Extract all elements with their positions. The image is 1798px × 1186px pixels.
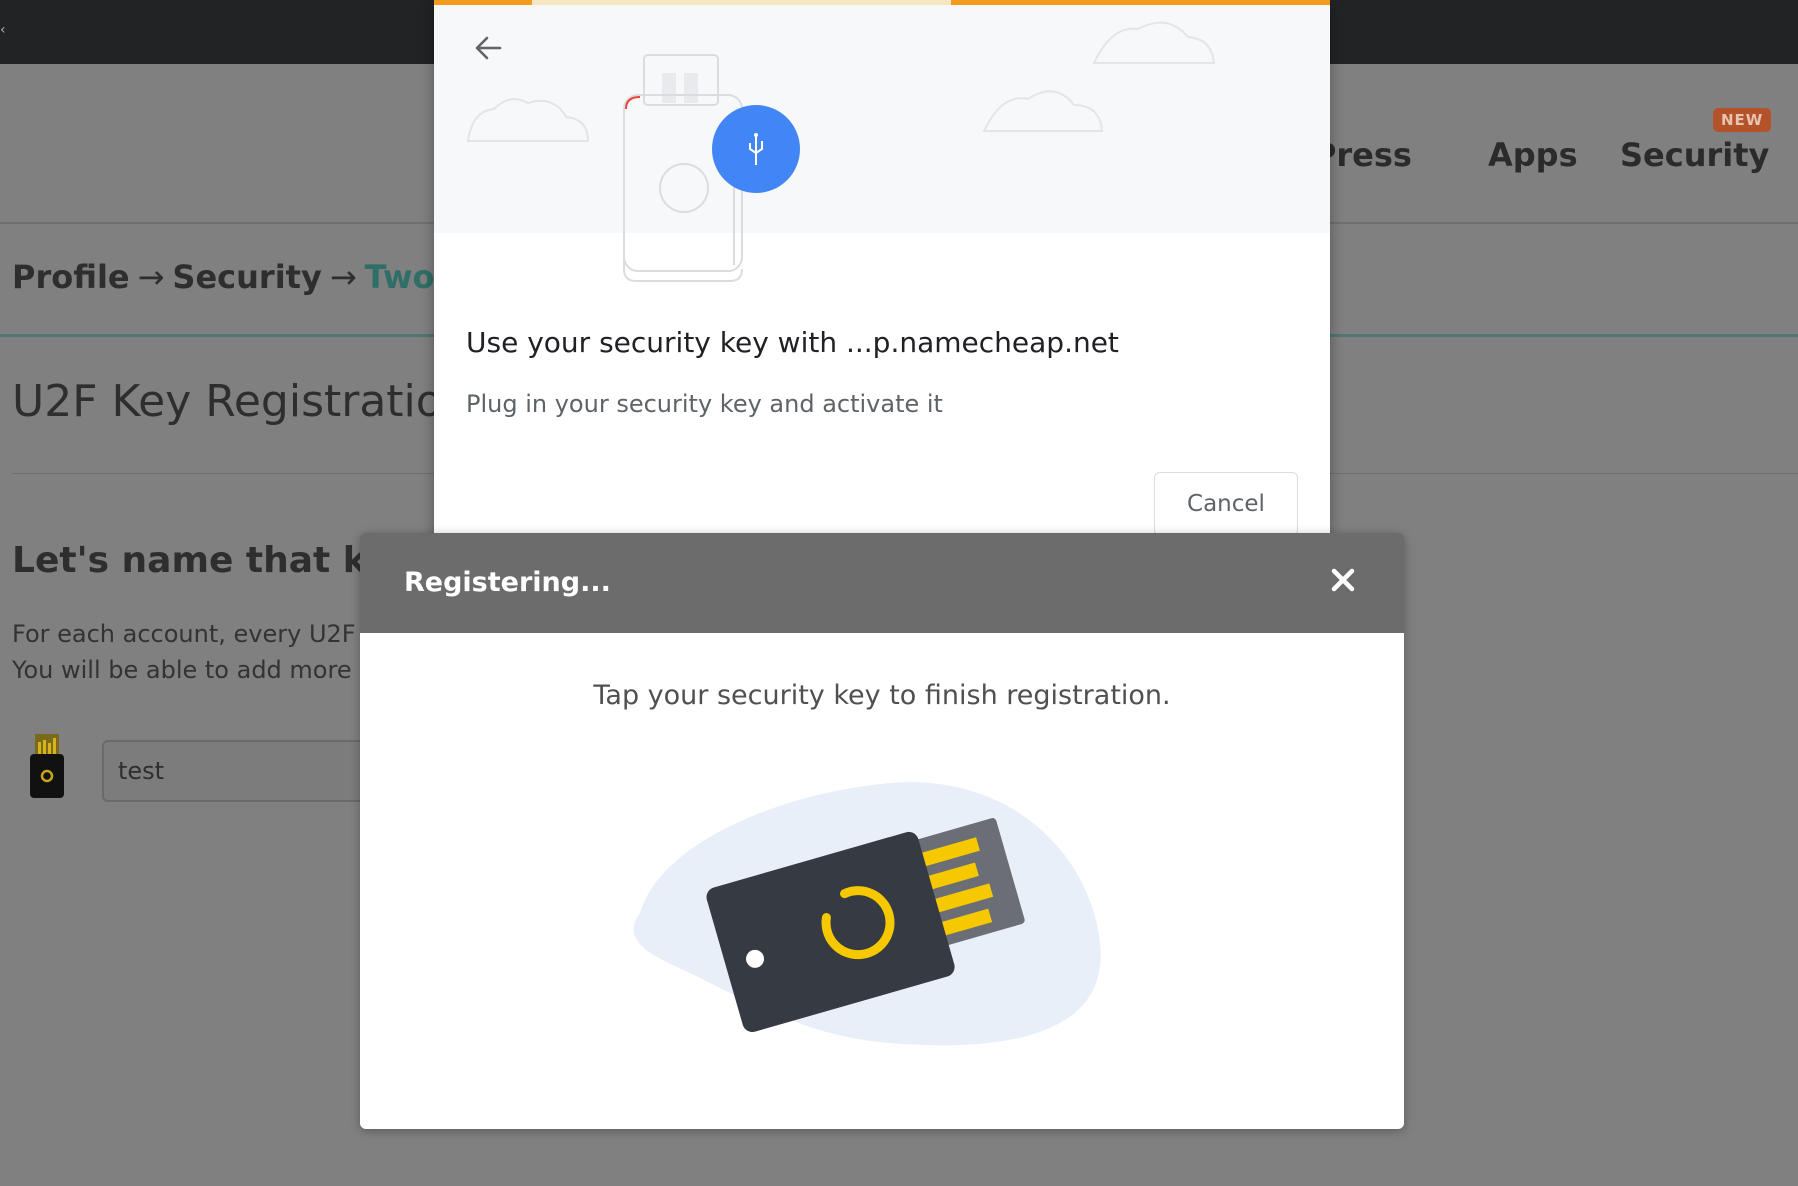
nav-item-security[interactable]: Security bbox=[1620, 136, 1769, 174]
modal-body: Tap your security key to finish registra… bbox=[360, 633, 1404, 1129]
modal-message: Tap your security key to finish registra… bbox=[593, 680, 1171, 711]
security-key-icon bbox=[30, 734, 64, 798]
back-arrow-icon[interactable] bbox=[470, 30, 506, 66]
nav-item-apps[interactable]: Apps bbox=[1488, 136, 1578, 174]
description-line-2: You will be able to add more k bbox=[12, 656, 374, 684]
cloud-icon bbox=[466, 21, 1216, 142]
security-key-tap-illustration bbox=[633, 782, 1101, 1046]
usb-key-illustration bbox=[466, 21, 1216, 282]
modal-header: Registering... bbox=[360, 533, 1404, 633]
webauthn-dialog: Use your security key with ...p.namechea… bbox=[434, 0, 1330, 567]
registering-modal: Registering... Tap your security key to … bbox=[360, 533, 1404, 1129]
page-title: U2F Key Registration bbox=[12, 376, 471, 427]
description-line-1: For each account, every U2F K bbox=[12, 620, 379, 648]
cancel-button[interactable]: Cancel bbox=[1154, 472, 1298, 536]
new-badge: NEW bbox=[1713, 108, 1772, 132]
modal-title: Registering... bbox=[404, 567, 611, 598]
dialog-title: Use your security key with ...p.namechea… bbox=[466, 326, 1119, 359]
breadcrumb: Profile → Security → Two-F bbox=[12, 258, 470, 296]
caret-icon: ‹ bbox=[0, 22, 6, 38]
breadcrumb-profile[interactable]: Profile bbox=[12, 258, 130, 296]
breadcrumb-arrow-icon: → bbox=[137, 258, 165, 296]
breadcrumb-arrow-icon: → bbox=[329, 258, 357, 296]
close-icon[interactable] bbox=[1326, 563, 1360, 597]
breadcrumb-security[interactable]: Security bbox=[172, 258, 321, 296]
dialog-subtitle: Plug in your security key and activate i… bbox=[466, 390, 943, 418]
